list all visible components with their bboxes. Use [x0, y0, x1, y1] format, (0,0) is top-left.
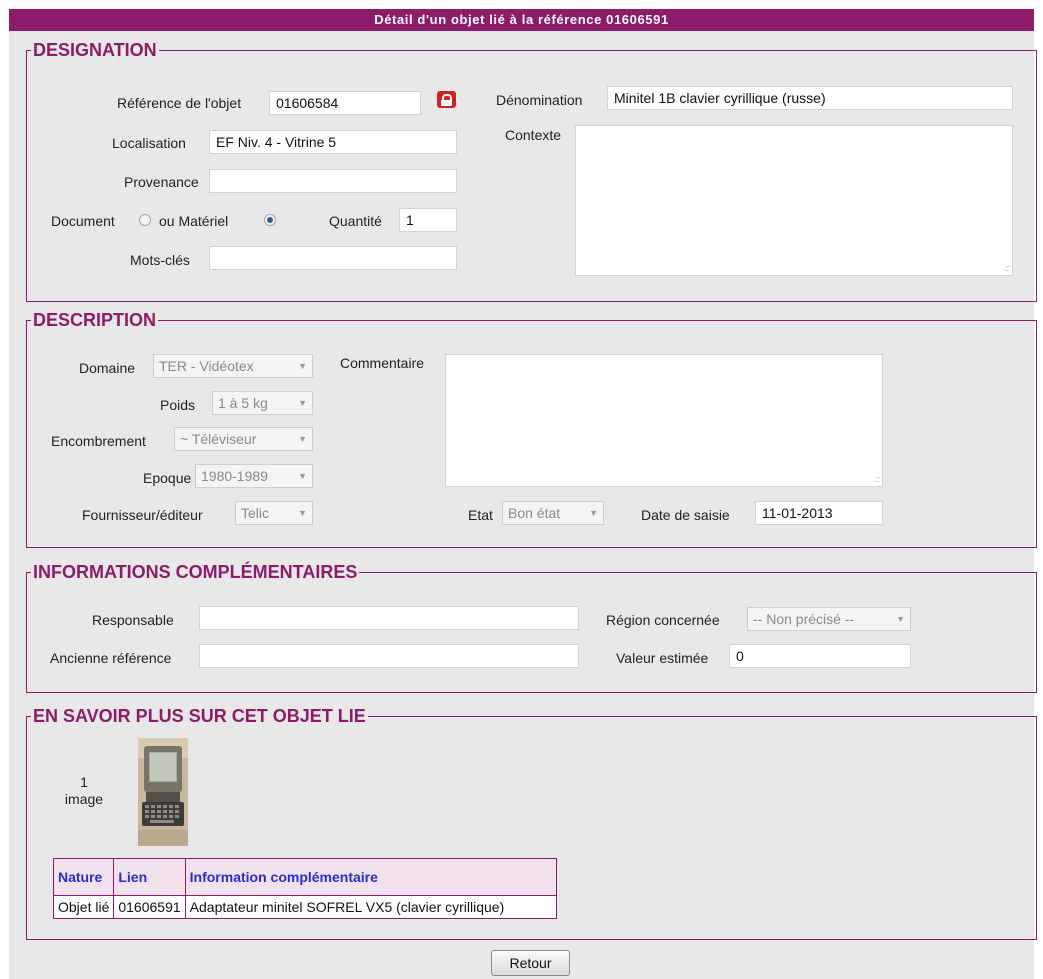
ancienne-ref-field[interactable]	[199, 644, 579, 668]
valeur-label: Valeur estimée	[616, 650, 709, 666]
encombrement-value: ~ Téléviseur	[180, 431, 257, 447]
contexte-label: Contexte	[505, 127, 562, 143]
page: Détail d'un objet lié à la référence 016…	[9, 9, 1037, 979]
lock-icon[interactable]	[437, 91, 456, 108]
chevron-down-icon: ▼	[298, 434, 307, 444]
localisation-field[interactable]: EF Niv. 4 - Vitrine 5	[209, 130, 457, 154]
cell-lien[interactable]: 01606591	[113, 895, 186, 919]
document-radio[interactable]	[139, 214, 151, 226]
informations-legend: INFORMATIONS COMPLÉMENTAIRES	[33, 562, 358, 582]
links-table: Nature Lien Information complémentaire O…	[52, 858, 557, 919]
domaine-select[interactable]: TER - Vidéotex ▼	[153, 354, 313, 378]
cell-information: Adaptateur minitel SOFREL VX5 (clavier c…	[184, 895, 557, 919]
region-label: Région concernée	[606, 612, 720, 628]
materiel-label: ou Matériel	[159, 213, 229, 229]
chevron-down-icon: ▼	[298, 361, 307, 371]
epoque-value: 1980-1989	[201, 468, 268, 484]
commentaire-textarea[interactable]: .::	[445, 354, 883, 487]
cell-nature: Objet lié	[52, 895, 115, 919]
fournisseur-label: Fournisseur/éditeur	[82, 507, 203, 523]
denomination-field[interactable]: Minitel 1B clavier cyrillique (russe)	[607, 86, 1013, 110]
object-thumbnail[interactable]	[138, 738, 188, 846]
localisation-label: Localisation	[112, 135, 186, 151]
chevron-down-icon: ▼	[298, 508, 307, 518]
region-value: -- Non précisé --	[753, 611, 855, 627]
en-savoir-plus-legend: EN SAVOIR PLUS SUR CET OBJET LIE	[33, 706, 366, 726]
domaine-label: Domaine	[79, 360, 136, 376]
document-label: Document	[51, 213, 115, 229]
table-row: Objet lié 01606591 Adaptateur minitel SO…	[52, 895, 557, 919]
chevron-down-icon: ▼	[298, 471, 307, 481]
commentaire-label: Commentaire	[340, 355, 425, 371]
encombrement-select[interactable]: ~ Téléviseur ▼	[174, 427, 313, 451]
materiel-radio[interactable]	[264, 214, 276, 226]
resize-grip-icon[interactable]: .::	[1004, 264, 1009, 273]
designation-legend: DESIGNATION	[33, 40, 157, 60]
epoque-select[interactable]: 1980-1989 ▼	[195, 464, 313, 488]
responsable-label: Responsable	[92, 612, 174, 628]
quantite-label: Quantité	[329, 213, 382, 229]
region-select[interactable]: -- Non précisé -- ▼	[747, 607, 911, 631]
mots-cles-label: Mots-clés	[130, 252, 190, 268]
date-saisie-label: Date de saisie	[641, 507, 730, 523]
poids-label: Poids	[160, 397, 196, 413]
header-information[interactable]: Information complémentaire	[184, 858, 557, 896]
table-header-row: Nature Lien Information complémentaire	[52, 858, 557, 896]
reference-label: Référence de l'objet	[117, 95, 242, 111]
chevron-down-icon: ▼	[896, 614, 905, 624]
etat-value: Bon état	[508, 505, 561, 521]
epoque-label: Epoque	[143, 470, 192, 486]
poids-select[interactable]: 1 à 5 kg ▼	[212, 391, 313, 415]
provenance-field[interactable]	[209, 169, 457, 193]
responsable-field[interactable]	[199, 606, 579, 630]
resize-grip-icon[interactable]: .::	[874, 475, 879, 484]
image-count-word: image	[64, 791, 104, 807]
denomination-label: Dénomination	[496, 92, 583, 108]
poids-value: 1 à 5 kg	[218, 395, 268, 411]
image-count: 1 image	[59, 774, 109, 808]
fournisseur-select[interactable]: Telic ▼	[235, 501, 313, 525]
header-lien[interactable]: Lien	[113, 858, 186, 896]
retour-button[interactable]: Retour	[491, 950, 570, 976]
encombrement-label: Encombrement	[51, 433, 146, 449]
ancienne-ref-label: Ancienne référence	[50, 650, 172, 666]
date-saisie-field[interactable]: 11-01-2013	[755, 501, 883, 525]
contexte-textarea[interactable]: .::	[575, 125, 1013, 276]
valeur-field[interactable]: 0	[729, 644, 911, 668]
reference-field[interactable]: 01606584	[269, 91, 421, 115]
description-legend: DESCRIPTION	[33, 310, 157, 330]
etat-select[interactable]: Bon état ▼	[502, 501, 604, 525]
quantite-field[interactable]: 1	[399, 208, 457, 232]
domaine-value: TER - Vidéotex	[159, 358, 254, 374]
chevron-down-icon: ▼	[589, 508, 598, 518]
page-title: Détail d'un objet lié à la référence 016…	[9, 9, 1034, 31]
image-count-number: 1	[80, 774, 88, 790]
mots-cles-field[interactable]	[209, 246, 457, 270]
provenance-label: Provenance	[124, 174, 199, 190]
etat-label: Etat	[468, 507, 493, 523]
fournisseur-value: Telic	[241, 505, 270, 521]
chevron-down-icon: ▼	[298, 398, 307, 408]
header-nature[interactable]: Nature	[52, 858, 115, 896]
